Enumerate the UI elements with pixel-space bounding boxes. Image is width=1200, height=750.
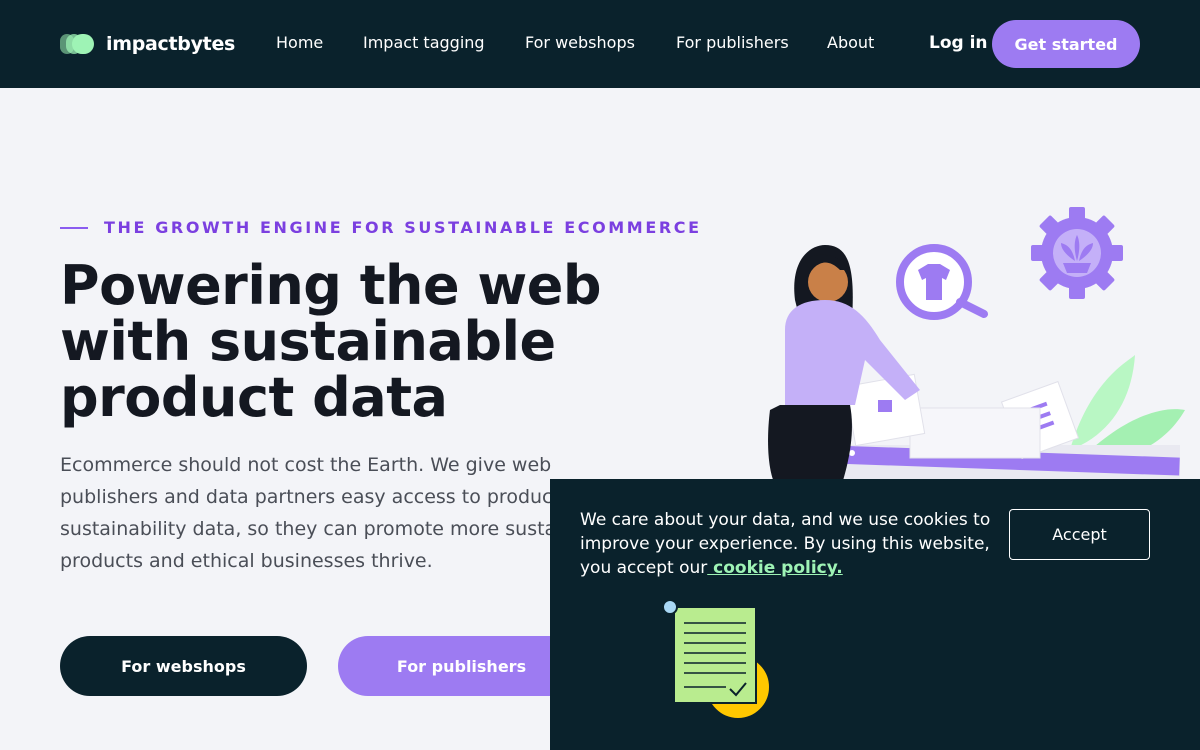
for-webshops-button[interactable]: For webshops (60, 636, 307, 696)
for-publishers-button[interactable]: For publishers (338, 636, 585, 696)
logo-mark-icon (60, 32, 94, 56)
hero-illustration (768, 207, 1185, 490)
get-started-button[interactable]: Get started (992, 20, 1140, 68)
eyebrow-divider (60, 227, 88, 229)
site-header: impactbytes Home Impact tagging For webs… (0, 0, 1200, 88)
logo[interactable]: impactbytes (60, 30, 235, 58)
login-link[interactable]: Log in (929, 33, 988, 53)
plant-gear-icon (1031, 207, 1123, 299)
leaves-icon (1070, 355, 1185, 461)
accept-cookies-button[interactable]: Accept (1009, 509, 1150, 560)
nav-for-webshops[interactable]: For webshops (525, 33, 635, 53)
hero-headline: Powering the web with sustainable produc… (60, 254, 602, 429)
cookie-banner: We care about your data, and we use cook… (550, 479, 1200, 750)
document-illustration (662, 599, 771, 720)
tshirt-search-icon (896, 244, 988, 320)
nav-for-publishers[interactable]: For publishers (676, 33, 789, 53)
nav-home[interactable]: Home (276, 33, 323, 53)
cookie-message: We care about your data, and we use cook… (580, 508, 1005, 580)
hero-eyebrow: THE GROWTH ENGINE FOR SUSTAINABLE ECOMME… (104, 218, 702, 237)
logo-text: impactbytes (106, 33, 236, 55)
nav-impact-tagging[interactable]: Impact tagging (363, 33, 485, 53)
cookie-policy-link[interactable]: cookie policy. (707, 558, 843, 578)
nav-about[interactable]: About (827, 33, 874, 53)
hero-subtext: Ecommerce should not cost the Earth. We … (60, 454, 615, 572)
